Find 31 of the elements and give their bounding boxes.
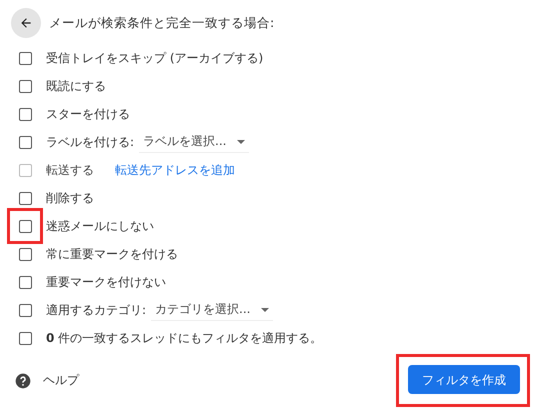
checkbox[interactable] bbox=[18, 332, 32, 344]
back-button[interactable] bbox=[11, 8, 41, 38]
checkbox[interactable] bbox=[18, 248, 32, 260]
option-label: 重要マークを付けない bbox=[46, 274, 166, 290]
option-label: 0 件の一致するスレッドにもフィルタを適用する。 bbox=[46, 330, 322, 346]
create-filter-button[interactable]: フィルタを作成 bbox=[408, 365, 520, 394]
dropdown[interactable]: カテゴリを選択... bbox=[151, 299, 272, 321]
option-label: 適用するカテゴリ: bbox=[46, 302, 146, 318]
back-arrow-icon bbox=[19, 16, 33, 30]
dropdown[interactable]: ラベルを選択... bbox=[139, 131, 248, 153]
option-label: 既読にする bbox=[46, 78, 106, 94]
checkbox[interactable] bbox=[18, 136, 32, 148]
checkbox[interactable] bbox=[18, 276, 32, 288]
checkbox[interactable] bbox=[18, 192, 32, 204]
checkbox[interactable] bbox=[18, 304, 32, 316]
option-label: スターを付ける bbox=[46, 106, 130, 122]
checkbox[interactable] bbox=[18, 220, 32, 232]
option-label: ラベルを付ける: bbox=[46, 134, 134, 150]
option-label: 迷惑メールにしない bbox=[46, 218, 154, 234]
help-label[interactable]: ヘルプ bbox=[43, 372, 79, 389]
checkbox[interactable] bbox=[18, 108, 32, 120]
dropdown-caret-icon bbox=[260, 308, 268, 312]
dropdown-caret-icon bbox=[236, 140, 244, 144]
option-label: 転送する bbox=[46, 162, 94, 178]
filter-heading: メールが検索条件と完全一致する場合: bbox=[49, 14, 274, 32]
help-icon[interactable] bbox=[15, 372, 31, 388]
option-label: 受信トレイをスキップ (アーカイブする) bbox=[46, 50, 264, 66]
option-label: 削除する bbox=[46, 190, 94, 206]
checkbox[interactable] bbox=[18, 52, 32, 64]
checkbox[interactable] bbox=[18, 80, 32, 92]
option-label: 常に重要マークを付ける bbox=[46, 246, 178, 262]
